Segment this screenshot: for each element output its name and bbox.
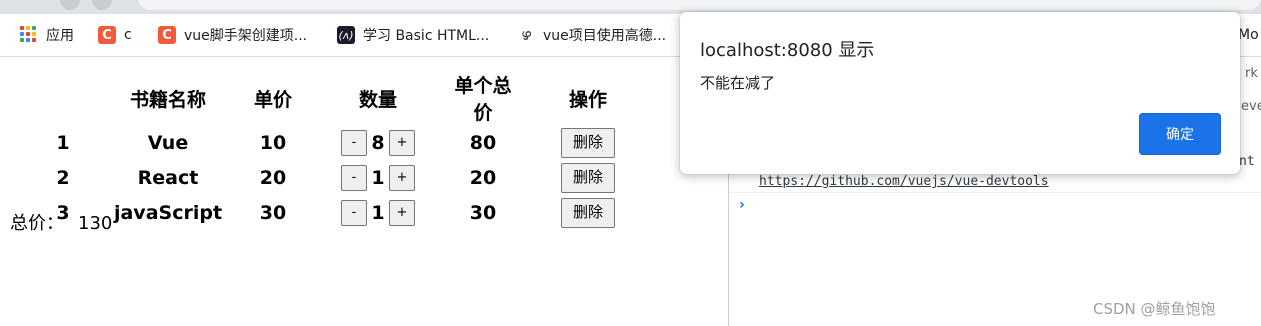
table-header-row: 书籍名称 单价 数量 单个总价 操作 [32,71,662,125]
bookmark-label: 学习 Basic HTML... [363,28,490,44]
bookmark-label: vue项目使用高德... [543,28,667,44]
bookmark-label: Mo [1238,27,1259,43]
book-name: React [137,166,199,189]
csdn-c-icon: C [158,26,176,44]
decrement-button[interactable]: - [341,129,367,156]
books-table: 书籍名称 单价 数量 单个总价 操作 1 Vue 10 - 8 + 80 删除 … [32,71,662,230]
apps-grid-icon [20,26,38,44]
devtools-tab-partial[interactable]: rk [1245,66,1258,81]
console-prompt-icon[interactable]: › [739,197,745,213]
console-text-partial: nt [1239,154,1255,169]
bookmark-partial[interactable]: Mo [1238,24,1259,46]
quantity-value: 1 [371,201,385,224]
delete-button[interactable]: 删除 [561,162,615,193]
quantity-value: 1 [371,166,385,189]
book-price: 10 [259,131,287,154]
table-row: 2 React 20 - 1 + 20 删除 [32,160,662,195]
freecodecamp-icon: (ʌ) [337,26,355,44]
bookmark-c[interactable]: C c [98,24,132,46]
alert-ok-button[interactable]: 确定 [1139,113,1221,155]
increment-button[interactable]: + [389,164,415,191]
page-content: 书籍名称 单价 数量 单个总价 操作 1 Vue 10 - 8 + 80 删除 … [0,57,728,326]
bookmark-label: vue脚手架创建项... [184,28,308,44]
back-button[interactable] [60,0,80,10]
table-row: 3 javaScript 30 - 1 + 30 删除 [32,195,662,230]
delete-button[interactable]: 删除 [561,127,615,158]
increment-button[interactable]: + [389,199,415,226]
header-quantity: 数量 [358,88,397,111]
total-label: 总价： [10,213,64,234]
header-operation: 操作 [568,88,607,111]
bookmark-label: c [124,27,132,43]
quantity-value: 8 [371,131,385,154]
item-total: 80 [469,131,497,154]
devtools-filter-partial[interactable]: eve [1241,99,1261,114]
row-index: 2 [56,166,70,189]
vue-devtools-link[interactable]: https://github.com/vuejs/vue-devtools [759,174,1049,189]
header-item-total: 单个总价 [454,75,512,124]
alert-message: 不能在减了 [700,74,776,92]
watermark: CSDN @鲸鱼饱饱 [1093,300,1216,318]
header-index [32,71,94,125]
bookmark-label: 应用 [46,28,74,44]
decrement-button[interactable]: - [341,199,367,226]
delete-button[interactable]: 删除 [561,197,615,228]
operation-cell: 删除 [514,125,662,160]
decrement-button[interactable]: - [341,164,367,191]
book-name: Vue [147,131,189,154]
total-value: 130 [78,213,113,234]
book-price: 20 [259,166,287,189]
total-price: 总价： 130 [10,209,112,235]
bookmark-vue-amap[interactable]: ഴ vue项目使用高德... [517,24,666,46]
book-price: 30 [259,201,287,224]
quantity-cell: - 1 + [304,195,452,230]
table-row: 1 Vue 10 - 8 + 80 删除 [32,125,662,160]
item-total: 30 [469,201,497,224]
operation-cell: 删除 [514,195,662,230]
row-index: 1 [56,131,70,154]
console-divider [729,192,1261,193]
alert-title: localhost:8080 显示 [700,40,875,61]
bookmark-apps[interactable]: 应用 [20,24,74,46]
quantity-cell: - 1 + [304,160,452,195]
header-price: 单价 [253,88,292,111]
header-book-name: 书籍名称 [129,88,206,111]
alert-dialog: localhost:8080 显示 不能在减了 确定 [680,12,1240,174]
bookmark-basic-html[interactable]: (ʌ) 学习 Basic HTML... [337,24,489,46]
increment-button[interactable]: + [389,129,415,156]
address-bar[interactable] [138,0,1261,10]
item-total: 20 [469,166,497,189]
operation-cell: 删除 [514,160,662,195]
swirl-icon: ഴ [520,25,532,44]
csdn-c-icon: C [98,26,116,44]
quantity-cell: - 8 + [304,125,452,160]
book-name: javaScript [113,201,223,224]
reload-button[interactable] [92,0,112,10]
bookmark-vue-scaffold[interactable]: C vue脚手架创建项... [158,24,307,46]
